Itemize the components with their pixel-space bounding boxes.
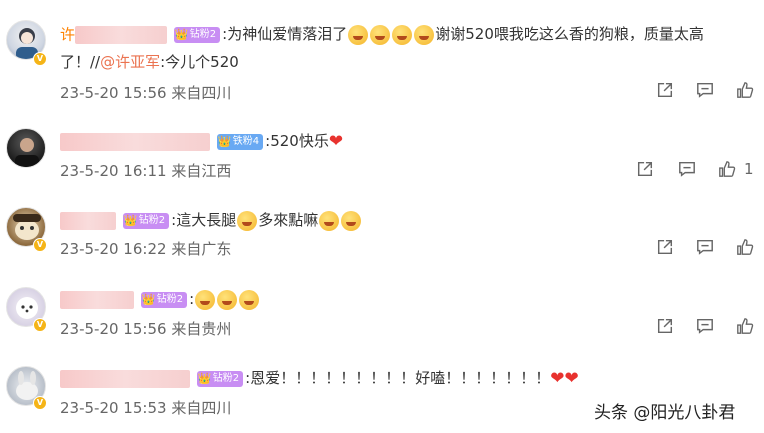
drooling-emoji-icon [319,210,340,231]
comment-text: 👑 铁粉4:520快乐❤ [60,131,343,152]
fan-badge[interactable]: 👑 铁粉4 [216,133,264,150]
comment-location: 来自四川 [171,84,232,102]
comment-date: 23-5-20 15:56 [60,84,167,102]
comment-location: 来自四川 [171,399,232,417]
comment-meta: 23-5-20 15:56 来自贵州 [60,318,231,339]
like-button[interactable] [736,237,754,257]
crying-emoji-icon [414,24,435,45]
comment-icon [697,239,713,255]
comment-location: 来自广东 [171,240,232,258]
comment-text-line2: 了！//@许亚军:今儿个520 [60,53,239,71]
fan-badge[interactable]: 👑 钻粉2 [196,370,244,387]
comment-text: 👑 钻粉2:恩爱！！！！！！！！！好嗑！！！！！！！❤❤ [60,368,579,389]
username-blurred[interactable] [60,132,210,151]
username-prefix[interactable]: 许 [60,26,75,44]
comment-text: 许 👑 钻粉2:为神仙爱情落泪了 谢谢520喂我吃这么香的狗粮，质量太高 [60,24,704,45]
share-button[interactable] [656,237,674,257]
comment-text: 👑 钻粉2: [60,289,260,310]
crown-icon: 👑 [123,213,138,227]
verified-v-icon: V [33,318,47,332]
comment-meta: 23-5-20 15:56 来自四川 [60,82,231,103]
crown-icon: 👑 [174,27,189,41]
crying-emoji-icon [392,24,413,45]
share-button[interactable] [656,316,674,336]
share-icon [657,318,673,334]
username-blurred[interactable] [60,211,116,230]
comment-date: 23-5-20 16:22 [60,240,167,258]
comment-icon [697,82,713,98]
username-blurred[interactable] [60,290,134,309]
avatar[interactable] [6,128,46,168]
comment-icon [697,318,713,334]
comment-date: 23-5-20 16:11 [60,162,167,180]
fan-badge[interactable]: 👑 钻粉2 [122,212,170,229]
comment-location: 来自贵州 [171,320,232,338]
share-button[interactable] [636,159,654,179]
mention-link[interactable]: @许亚军 [100,53,160,71]
comment-button[interactable] [696,237,714,257]
username-blurred[interactable] [75,25,168,44]
avatar-image [15,138,39,167]
share-icon [637,161,653,177]
comment-meta: 23-5-20 16:22 来自广东 [60,238,231,259]
verified-v-icon: V [33,238,47,252]
share-icon [657,82,673,98]
excited-emoji-icon [239,289,260,310]
comment-actions [656,80,756,100]
username-blurred[interactable] [60,369,190,388]
like-button[interactable] [736,316,754,336]
share-button[interactable] [656,80,674,100]
fan-badge[interactable]: 👑 钻粉2 [140,291,188,308]
like-icon [737,82,754,98]
verified-v-icon: V [33,396,47,410]
like-button[interactable]: 1 [718,159,754,179]
crown-icon: 👑 [141,292,156,306]
like-count: 1 [744,160,754,178]
comment-meta: 23-5-20 16:11 来自江西 [60,160,231,181]
like-icon [737,318,754,334]
comment-button[interactable] [678,159,696,179]
comment-actions [656,316,756,336]
comment-actions: 1 [636,159,760,179]
like-button[interactable] [736,80,754,100]
heart-emoji-icon: ❤ [328,131,344,152]
comment-actions [656,237,756,257]
crying-emoji-icon [370,24,391,45]
comment-location: 来自江西 [171,162,232,180]
crown-icon: 👑 [217,134,232,148]
heart-emoji-icon: ❤ [550,368,565,389]
excited-emoji-icon [217,289,238,310]
verified-v-icon: V [33,52,47,66]
comment-date: 23-5-20 15:53 [60,399,167,417]
drooling-emoji-icon [237,210,258,231]
fan-badge[interactable]: 👑 钻粉2 [173,26,221,43]
heart-emoji-icon: ❤ [564,368,579,389]
crying-emoji-icon [348,24,369,45]
comment-icon [679,161,695,177]
comment-button[interactable] [696,316,714,336]
drooling-emoji-icon [341,210,362,231]
like-icon [737,239,754,255]
crown-icon: 👑 [197,371,212,385]
comment-text: 👑 钻粉2:這大長腿 多來點嘛 [60,210,362,231]
comment-date: 23-5-20 15:56 [60,320,167,338]
excited-emoji-icon [195,289,216,310]
watermark: 头条 @阳光八卦君 [594,403,736,423]
comment-meta: 23-5-20 15:53 来自四川 [60,397,231,418]
share-icon [657,239,673,255]
like-icon [719,161,736,177]
comment-button[interactable] [696,80,714,100]
